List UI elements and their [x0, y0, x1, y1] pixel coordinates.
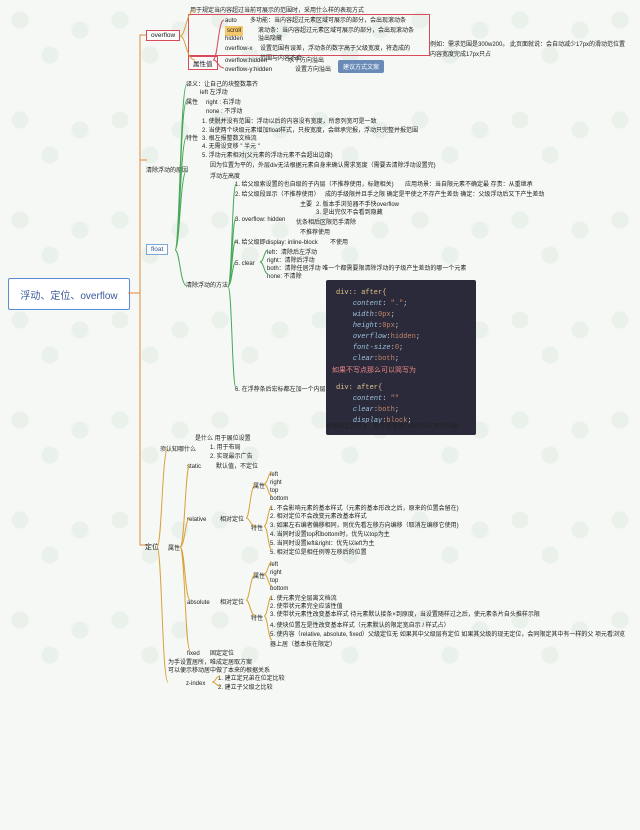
cm5n: none: 不清除: [267, 272, 302, 282]
cc1: 因为位置为平的，外层div无法根据元素自身来确认需求宽度（需要去清除浮动设置完): [210, 161, 490, 171]
abs-k: absolute: [187, 598, 210, 608]
float-props-label: 属性: [186, 98, 198, 108]
at4: 5. 使内容（relative, absolute, fixed）父级定位无 如…: [270, 630, 630, 650]
cm6: 6. 在浮荐条后宏标都左加一个内层: [235, 385, 326, 395]
root-node: 浮动、定位、overflow: [8, 278, 130, 310]
cm3l: 主要: [300, 200, 312, 210]
float-left: left 左浮动: [200, 88, 228, 98]
zindex: z-index: [186, 679, 205, 689]
root-label: 浮动、定位、overflow: [20, 287, 117, 302]
ov-oy-k: overflow-y:hidden: [225, 65, 272, 75]
ov-auto-k: auto: [225, 16, 237, 26]
overflow-tag: 建议方式文案: [338, 60, 384, 73]
ft5: 5. 浮动元素相对(父元素的浮动元素不会超出边缘): [202, 151, 333, 161]
abs-dir: 属性: [253, 572, 265, 582]
cm3b: 3. 是出完仅不会看到隐藏: [316, 208, 383, 218]
ad3: bottom: [270, 584, 288, 594]
rel-d3: bottom: [270, 494, 288, 504]
rel-dir: 属性: [253, 482, 265, 492]
at2: 3. 使带状元素性改变基本样式 待元素默认接条×到原度，当设置随样过之后，使元素…: [270, 610, 630, 620]
clear-cause: 清除浮动的原因: [146, 166, 188, 176]
pos-node: 定位: [145, 543, 159, 553]
rel-v: 相对定位: [220, 515, 244, 525]
overflow-node: overflow: [146, 30, 180, 41]
cm3r: 优条相后区限范手清除: [296, 218, 356, 228]
ov-hidden-k: hidden: [225, 34, 243, 44]
overflow-vals-label: 属性值: [188, 56, 218, 70]
cm2s: 成的手级限并且手之限 确定是平使之不存产生差劲 确定：父级浮动后又下产生差劲: [325, 190, 544, 200]
float-traits-label: 特性: [186, 134, 198, 144]
cm3: 3. overflow: hidden: [235, 215, 285, 225]
ov-hidden-v: 溢出隐藏: [258, 34, 282, 44]
code-note: 使用规定比较多：将手设置他内部浮动元素的父级: [326, 422, 458, 432]
float-node: float: [146, 244, 168, 255]
float-none: none : 不浮动: [206, 107, 242, 117]
pos-know: 须认知哪什么: [160, 445, 196, 455]
abs-trait: 特性: [251, 614, 263, 624]
cm4: 4. 给父级即display: inline-block: [235, 238, 318, 248]
pos-attr: 属性: [168, 544, 180, 554]
ov-ox-v: 设置范围有误差，浮动条的数字高于父级宽度，将造成的范围与内容不合: [260, 44, 410, 64]
ov-oy-v: 设置方向溢出: [295, 65, 331, 75]
ov-auto-v: 多功能：当内容超过元素区域可展示的部分，会出现滚动条: [250, 16, 406, 26]
cm5: 5. clear: [235, 259, 255, 269]
cm2: 2. 给父级段显示（不推荐使用）: [235, 190, 320, 200]
zi1: 2. 建立子父级之比较: [218, 683, 273, 693]
rel-trait: 特性: [251, 524, 263, 534]
static-k: static: [187, 462, 201, 472]
abs-v: 相对定位: [220, 598, 244, 608]
ov-ox-ex: 例如：需求范围是300w200。 此页面就说：会自动减少17px的滑动范位置内容…: [430, 40, 630, 60]
rel-k: relative: [187, 515, 206, 525]
static-v: 默认值，不定位: [216, 462, 258, 472]
cm4r: 不使用: [330, 238, 348, 248]
clear-methods-label: 清除浮动的方法: [186, 281, 228, 291]
cm3x: 不推荐使用: [300, 228, 330, 238]
cm1s: 应用场景：当自限元素不确定最 存贵：从重继承: [405, 180, 533, 190]
pk2: 2. 实现最示广告: [210, 452, 253, 462]
rt5: 5. 相对定位是相任例等左移后的位置: [270, 548, 367, 558]
ov-ox-k: overflow-x: [225, 44, 252, 54]
